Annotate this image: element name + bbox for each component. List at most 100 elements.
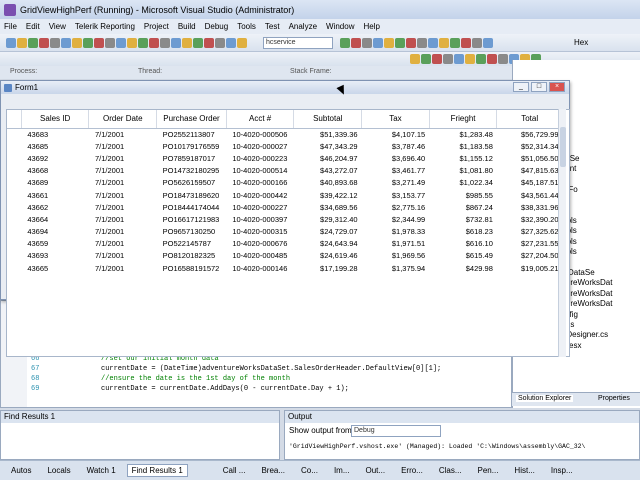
table-cell[interactable]: 10-4020-000485 [226, 250, 294, 262]
debug-toolbar-button[interactable] [476, 54, 486, 64]
table-cell[interactable]: 7/1/2001 [89, 140, 157, 152]
table-cell[interactable]: $43,561.44 [497, 189, 563, 201]
column-header[interactable]: Purchase Order [156, 110, 227, 129]
toolbar-button[interactable] [127, 38, 137, 48]
table-cell[interactable]: $19,005.21 [497, 262, 563, 274]
bottom-tab[interactable]: Locals [42, 464, 75, 477]
table-cell[interactable]: 10-4020-000676 [226, 238, 294, 250]
table-cell[interactable]: $40,893.68 [294, 177, 362, 189]
toolbar-button[interactable] [193, 38, 203, 48]
rad-grid-view[interactable]: Sales ID Order Date Purchase Order Acct # Su… [6, 109, 570, 357]
column-header[interactable]: Acct # [226, 110, 295, 129]
table-cell[interactable]: $1,183.58 [429, 140, 497, 152]
maximize-button[interactable]: □ [531, 82, 547, 92]
table-cell[interactable]: $51,056.50 [497, 152, 563, 164]
table-cell[interactable]: PO16617121983 [157, 213, 227, 225]
table-cell[interactable]: $1,155.12 [429, 152, 497, 164]
menu-item-10[interactable]: Window [326, 22, 354, 31]
table-cell[interactable]: $52,314.34 [497, 140, 563, 152]
menu-item-9[interactable]: Analyze [289, 22, 317, 31]
toolbar-button[interactable] [116, 38, 126, 48]
table-row[interactable]: 43665 7/1/2001 PO16588191572 10-4020-000146… [7, 262, 563, 274]
table-cell[interactable]: $32,390.20 [497, 213, 563, 225]
table-cell[interactable]: PO8120182325 [157, 250, 227, 262]
toolbar-button[interactable] [472, 38, 482, 48]
debug-toolbar-button[interactable] [443, 54, 453, 64]
toolbar-button[interactable] [395, 38, 405, 48]
toolbar-button[interactable] [237, 38, 247, 48]
table-cell[interactable]: 7/1/2001 [89, 152, 157, 164]
menu-item-4[interactable]: Project [144, 22, 169, 31]
table-cell[interactable]: PO18444174044 [157, 201, 227, 213]
table-row[interactable]: 43683 7/1/2001 PO2552113807 10-4020-000506 $… [7, 128, 563, 140]
table-cell[interactable]: 7/1/2001 [89, 213, 157, 225]
column-header[interactable]: Order Date [88, 110, 158, 129]
table-cell[interactable]: 7/1/2001 [89, 201, 157, 213]
table-cell[interactable]: $985.55 [429, 189, 497, 201]
table-row[interactable]: 43685 7/1/2001 PO10179176559 10-4020-000027… [7, 140, 563, 152]
table-cell[interactable]: $24,619.46 [294, 250, 362, 262]
table-cell[interactable]: 10-4020-000506 [226, 128, 294, 140]
table-cell[interactable]: 43662 [21, 201, 89, 213]
menu-item-5[interactable]: Build [178, 22, 196, 31]
bottom-tab[interactable]: Erro... [396, 464, 428, 477]
toolbar-button[interactable] [406, 38, 416, 48]
table-row[interactable]: 43668 7/1/2001 PO14732180295 10-4020-000514… [7, 165, 563, 177]
table-cell[interactable]: 43689 [21, 177, 89, 189]
toolbar-button[interactable] [138, 38, 148, 48]
table-row[interactable]: 43659 7/1/2001 PO522145787 10-4020-000676 $2… [7, 238, 563, 250]
code-line[interactable]: //ensure the date is the 1st day of the … [101, 375, 290, 383]
table-cell[interactable]: 43665 [21, 262, 89, 274]
table-cell[interactable]: $38,331.96 [497, 201, 563, 213]
table-cell[interactable]: 43683 [21, 128, 89, 140]
table-cell[interactable]: $27,325.62 [497, 226, 563, 238]
table-cell[interactable]: $39,422.12 [294, 189, 362, 201]
toolbar-button[interactable] [94, 38, 104, 48]
table-row[interactable]: 43664 7/1/2001 PO16617121983 10-4020-000397… [7, 213, 563, 225]
debug-toolbar-button[interactable] [432, 54, 442, 64]
table-cell[interactable]: 7/1/2001 [89, 238, 157, 250]
table-cell[interactable]: $3,271.49 [362, 177, 430, 189]
solution-config-combo[interactable]: hcservice [263, 37, 333, 49]
table-cell[interactable]: PO9657130250 [157, 226, 227, 238]
table-cell[interactable]: 10-4020-000223 [226, 152, 294, 164]
debug-toolbar-button[interactable] [487, 54, 497, 64]
table-cell[interactable]: $24,643.94 [294, 238, 362, 250]
bottom-tab[interactable]: Hist... [509, 464, 539, 477]
toolbar-button[interactable] [149, 38, 159, 48]
table-cell[interactable]: 7/1/2001 [89, 250, 157, 262]
debug-toolbar-button[interactable] [498, 54, 508, 64]
table-cell[interactable]: 10-4020-000166 [226, 177, 294, 189]
table-cell[interactable]: $732.81 [429, 213, 497, 225]
debug-toolbar-button[interactable] [454, 54, 464, 64]
toolbar-button[interactable] [105, 38, 115, 48]
table-cell[interactable]: $27,231.55 [497, 238, 563, 250]
bottom-tab[interactable]: Call ... [218, 464, 251, 477]
toolbar-button[interactable] [6, 38, 16, 48]
table-cell[interactable]: $1,022.34 [429, 177, 497, 189]
bottom-tab[interactable]: Im... [329, 464, 355, 477]
toolbar-button[interactable] [351, 38, 361, 48]
menu-item-8[interactable]: Test [265, 22, 280, 31]
table-row[interactable]: 43662 7/1/2001 PO18444174044 10-4020-000227… [7, 201, 563, 213]
table-row[interactable]: 43689 7/1/2001 PO5626159507 10-4020-000166 $… [7, 177, 563, 189]
bottom-tab[interactable]: Autos [6, 464, 36, 477]
table-row[interactable]: 43693 7/1/2001 PO8120182325 10-4020-000485 $… [7, 250, 563, 262]
table-cell[interactable]: $56,729.99 [497, 128, 563, 140]
toolbar-button[interactable] [204, 38, 214, 48]
toolbar-button[interactable] [72, 38, 82, 48]
bottom-tab[interactable]: Clas... [434, 464, 467, 477]
table-cell[interactable]: PO7859187017 [157, 152, 227, 164]
bottom-tab[interactable]: Find Results 1 [126, 464, 188, 477]
bottom-tab[interactable]: Pen... [473, 464, 504, 477]
bottom-tab[interactable]: Watch 1 [82, 464, 121, 477]
table-cell[interactable]: 43692 [21, 152, 89, 164]
table-cell[interactable]: 10-4020-000315 [226, 226, 294, 238]
tab-properties[interactable]: Properties [598, 395, 630, 402]
show-output-combo[interactable]: Debug [351, 425, 441, 437]
table-cell[interactable]: $1,978.33 [362, 226, 430, 238]
table-cell[interactable]: $867.24 [429, 201, 497, 213]
table-cell[interactable]: $615.49 [429, 250, 497, 262]
table-cell[interactable]: 43668 [21, 165, 89, 177]
bottom-tab[interactable]: Out... [361, 464, 391, 477]
